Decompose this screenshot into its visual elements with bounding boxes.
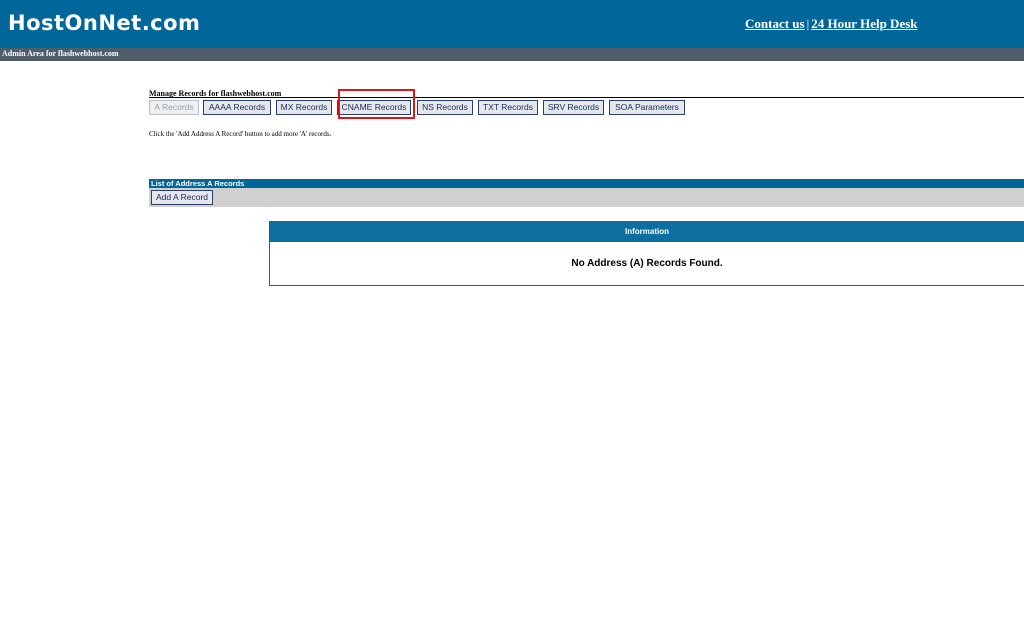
title-divider (149, 97, 1024, 98)
site-logo: HostOnNet.com (8, 11, 201, 35)
tab-mx-records[interactable]: MX Records (276, 100, 332, 115)
tab-srv-records[interactable]: SRV Records (543, 100, 604, 115)
tab-txt-records[interactable]: TXT Records (478, 100, 538, 115)
add-a-record-button[interactable]: Add A Record (151, 190, 213, 205)
list-header: List of Address A Records (149, 179, 1024, 188)
admin-area-bar: Admin Area for flashwebhost.com (0, 48, 1024, 61)
instruction-text: Click the 'Add Address A Record' button … (149, 130, 332, 138)
link-separator: | (806, 16, 810, 31)
tab-aaaa-records[interactable]: AAAA Records (203, 100, 271, 115)
header-links: Contact us | 24 Hour Help Desk (745, 16, 918, 32)
information-header: Information (270, 222, 1024, 242)
tab-a-records: A Records (149, 100, 199, 115)
list-toolbar: Add A Record (149, 188, 1024, 207)
top-header: HostOnNet.com Contact us | 24 Hour Help De… (0, 0, 1024, 48)
tab-ns-records[interactable]: NS Records (417, 100, 473, 115)
tab-soa-parameters[interactable]: SOA Parameters (609, 100, 685, 115)
cname-highlight-box (338, 89, 415, 119)
list-header-title: List of Address A Records (151, 179, 245, 188)
contact-us-link[interactable]: Contact us (745, 16, 805, 31)
admin-area-label: Admin Area for flashwebhost.com (2, 49, 119, 58)
information-title: Information (625, 227, 669, 236)
information-panel: Information No Address (A) Records Found… (269, 221, 1024, 286)
no-records-message: No Address (A) Records Found. (571, 258, 723, 269)
help-desk-link[interactable]: 24 Hour Help Desk (811, 16, 917, 31)
